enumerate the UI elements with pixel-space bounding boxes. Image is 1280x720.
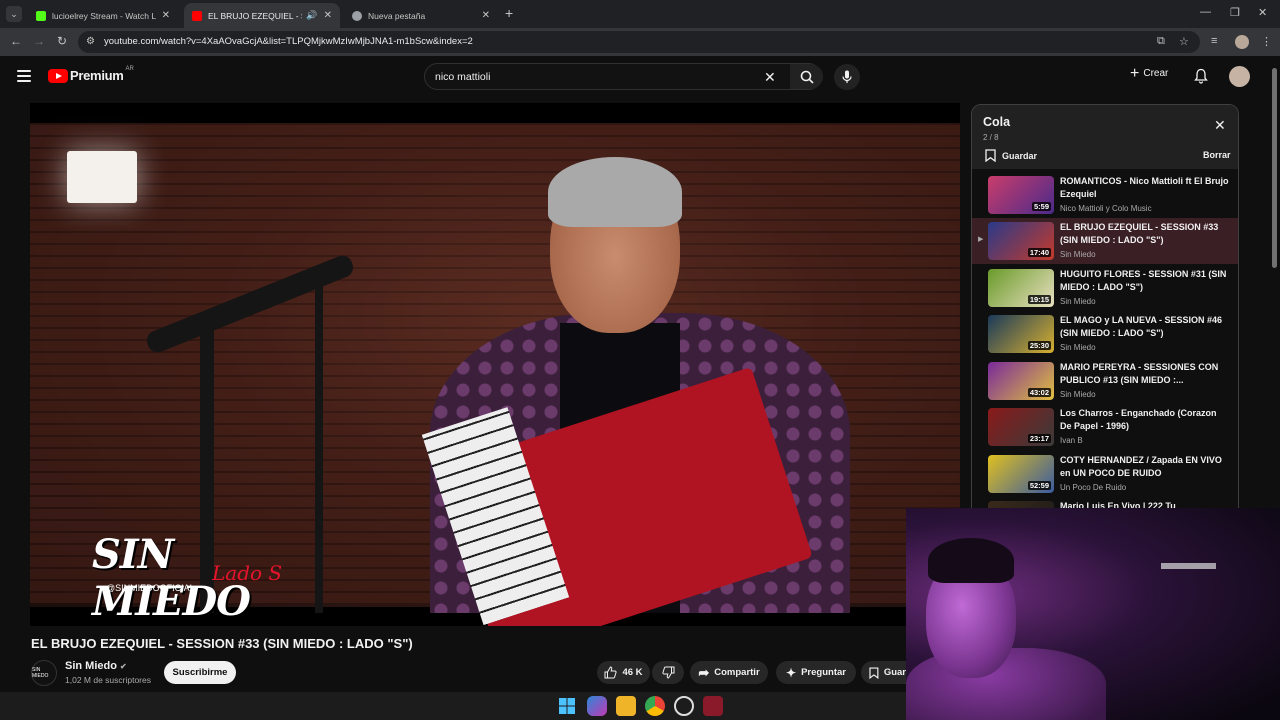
video-thumbnail: 52:59: [988, 455, 1054, 493]
queue-item-now-playing[interactable]: ▶ 17:40 EL BRUJO EZEQUIEL - SESSION #33 …: [972, 218, 1238, 264]
account-avatar[interactable]: [1229, 66, 1250, 87]
close-tab-icon[interactable]: ✕: [482, 10, 490, 21]
page-scrollbar[interactable]: [1270, 56, 1280, 508]
queue-item[interactable]: 52:59 COTY HERNANDEZ / Zapada EN VIVO en…: [972, 451, 1238, 497]
queue-panel: Cola 2 / 8 ✕ Guardar Borrar 5:59 ROMANTI…: [971, 104, 1239, 524]
video-thumbnail: 43:02: [988, 362, 1054, 400]
browser-toolbar: ← → ↻ ⚙ youtube.com/watch?v=4XaAOvaGcjA&…: [0, 28, 1280, 56]
subscribe-button[interactable]: Suscribirme: [164, 661, 236, 684]
chrome-favicon-icon: [352, 10, 362, 21]
queue-item[interactable]: 43:02 MARIO PEREYRA - SESSIONES CON PUBL…: [972, 358, 1238, 404]
close-window-button[interactable]: ✕: [1258, 6, 1267, 19]
chrome-menu-icon[interactable]: ⋮: [1261, 35, 1272, 48]
video-player[interactable]: SIN MIEDO Lado S @SINMIEDOOFICIAL: [30, 103, 960, 626]
save-queue-button[interactable]: Guardar: [985, 149, 1037, 162]
bookmark-star-icon[interactable]: ☆: [1179, 35, 1189, 48]
search-icon: [800, 70, 814, 84]
video-frame: SIN MIEDO Lado S @SINMIEDOOFICIAL: [30, 123, 960, 626]
share-button[interactable]: ➦ Compartir: [690, 661, 768, 684]
scrollbar-thumb[interactable]: [1272, 68, 1277, 268]
copilot-icon[interactable]: [587, 696, 607, 716]
close-tab-icon[interactable]: ✕: [324, 10, 332, 21]
tab-search-button[interactable]: ⌄: [6, 6, 22, 22]
thumbs-up-icon: [604, 666, 618, 679]
bookmark-icon: [985, 149, 996, 162]
verified-icon: ✔: [120, 662, 127, 671]
create-button[interactable]: + Crear: [1130, 64, 1168, 82]
sparkle-icon: ✦: [786, 665, 797, 680]
channel-avatar[interactable]: SIN MIEDO: [31, 660, 57, 686]
video-title: EL BRUJO EZEQUIEL - SESSION #33 (SIN MIE…: [31, 636, 413, 651]
channel-name[interactable]: Sin Miedo ✔: [65, 660, 127, 672]
chrome-taskbar-icon[interactable]: [645, 696, 665, 716]
back-icon[interactable]: ←: [10, 34, 22, 48]
obs-icon[interactable]: [674, 696, 694, 716]
now-playing-icon: ▶: [978, 236, 984, 243]
share-icon: ➦: [698, 664, 710, 680]
clear-queue-button[interactable]: Borrar: [1203, 150, 1231, 160]
performer: [390, 143, 850, 626]
tab-new-tab[interactable]: Nueva pestaña ✕: [344, 3, 498, 28]
video-thumbnail: 19:15: [988, 269, 1054, 307]
tab-youtube-video[interactable]: EL BRUJO EZEQUIEL - SESSI 🔊 ✕: [184, 3, 340, 28]
notifications-bell-icon[interactable]: [1193, 68, 1209, 84]
kick-favicon-icon: [36, 10, 46, 21]
bookmark-icon: [869, 667, 879, 679]
minimize-button[interactable]: —: [1200, 6, 1211, 18]
plus-icon: +: [1130, 64, 1140, 82]
new-tab-button[interactable]: +: [505, 5, 513, 21]
video-thumbnail: 5:59: [988, 176, 1054, 214]
forward-icon[interactable]: →: [33, 34, 45, 48]
tab-kick-stream[interactable]: lucioelrey Stream - Watch Live o ✕: [28, 3, 178, 28]
queue-position: 2 / 8: [983, 133, 999, 142]
queue-item[interactable]: 19:15 HUGUITO FLORES - SESSION #31 (SIN …: [972, 265, 1238, 311]
search-button[interactable]: [790, 64, 823, 89]
subscriber-count: 1,02 M de suscriptores: [65, 675, 151, 685]
dislike-button[interactable]: [652, 661, 684, 684]
clear-search-icon[interactable]: ✕: [764, 69, 776, 86]
sin-miedo-watermark: SIN MIEDO Lado S @SINMIEDOOFICIAL: [92, 531, 283, 625]
app-taskbar-icon[interactable]: [703, 696, 723, 716]
search-box[interactable]: nico mattioli ✕: [424, 63, 823, 90]
save-to-playlist-button[interactable]: Guar: [861, 661, 906, 684]
video-thumbnail: 17:40: [988, 222, 1054, 260]
microphone-icon: [842, 70, 852, 83]
menu-icon[interactable]: [17, 70, 31, 82]
install-app-icon[interactable]: ⧉: [1157, 35, 1165, 48]
reading-list-icon[interactable]: ≡: [1211, 35, 1217, 47]
like-button[interactable]: 46 K: [597, 661, 650, 684]
queue-header: Cola 2 / 8 ✕ Guardar Borrar: [972, 105, 1238, 169]
close-queue-icon[interactable]: ✕: [1214, 117, 1226, 134]
webcam-overlay: [906, 508, 1280, 720]
file-explorer-icon[interactable]: [616, 696, 636, 716]
browser-tabbar: ⌄ lucioelrey Stream - Watch Live o ✕ EL …: [0, 0, 1280, 28]
browser-profile-avatar[interactable]: [1235, 35, 1249, 49]
queue-item[interactable]: 25:30 EL MAGO y LA NUEVA - SESSION #46 (…: [972, 311, 1238, 357]
voice-search-button[interactable]: [834, 64, 860, 90]
youtube-favicon-icon: [192, 10, 202, 21]
youtube-header: Premium AR nico mattioli ✕ + Crear: [0, 56, 1270, 98]
ask-button[interactable]: ✦ Preguntar: [776, 661, 856, 684]
site-info-icon[interactable]: ⚙: [86, 36, 98, 48]
reload-icon[interactable]: ↻: [57, 34, 67, 48]
audio-playing-icon[interactable]: 🔊: [306, 10, 317, 21]
queue-title: Cola: [983, 115, 1011, 129]
windows-taskbar: [0, 692, 906, 720]
close-tab-icon[interactable]: ✕: [162, 10, 170, 21]
youtube-play-icon: [48, 68, 68, 83]
studio-lamp: [67, 151, 137, 203]
youtube-premium-logo[interactable]: Premium AR: [48, 66, 134, 83]
video-thumbnail: 25:30: [988, 315, 1054, 353]
queue-item[interactable]: 23:17 Los Charros - Enganchado (Corazon …: [972, 404, 1238, 450]
address-bar[interactable]: ⚙ youtube.com/watch?v=4XaAOvaGcjA&list=T…: [78, 31, 1200, 53]
windows-start-icon[interactable]: [557, 696, 577, 716]
queue-item[interactable]: 5:59 ROMANTICOS - Nico Mattioli ft El Br…: [972, 172, 1238, 218]
search-input[interactable]: nico mattioli: [435, 71, 490, 83]
video-thumbnail: 23:17: [988, 408, 1054, 446]
thumbs-down-icon: [661, 666, 674, 679]
restore-button[interactable]: ❐: [1230, 6, 1240, 19]
